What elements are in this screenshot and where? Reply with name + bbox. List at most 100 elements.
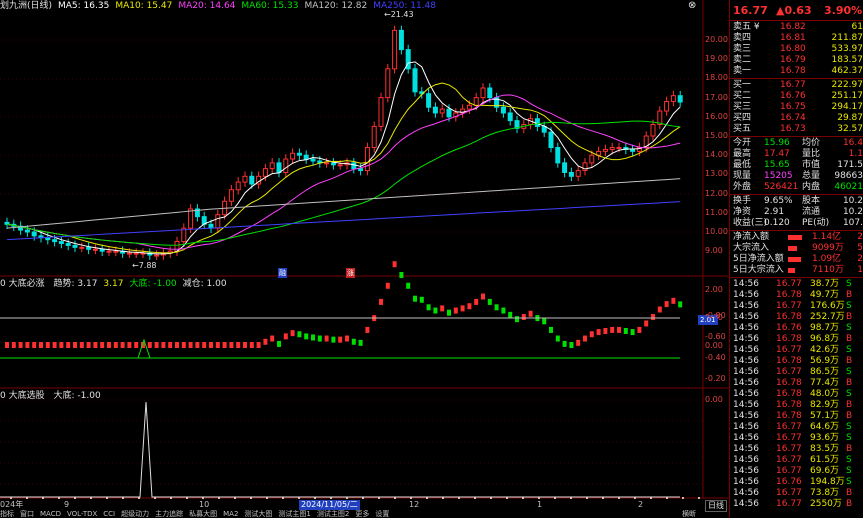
- flow-row: 5日净流入额 1.09亿 2: [730, 254, 863, 265]
- tick-row[interactable]: 14:56 16.78 48.0万 S: [730, 389, 863, 400]
- price-tick: 15.00: [705, 131, 728, 140]
- tick-row[interactable]: 14:56 16.78 57.1万 B: [730, 411, 863, 422]
- candle-body: [337, 164, 343, 167]
- trend-block: [249, 342, 254, 348]
- tick-row[interactable]: 14:56 16.78 82.9万 B: [730, 400, 863, 411]
- buy-level[interactable]: 买四 16.74 29.87: [730, 113, 863, 124]
- indicator-tab[interactable]: 测试大图: [244, 510, 272, 518]
- tick-time: 14:56: [733, 444, 759, 454]
- date-dot: [698, 497, 700, 499]
- tick-row[interactable]: 14:56 16.77 176.6万 S: [730, 301, 863, 312]
- price-tick: 16.00: [705, 111, 728, 121]
- tick-row[interactable]: 14:56 16.78 96.8万 B: [730, 334, 863, 345]
- flow-label: 净流入额: [733, 232, 770, 242]
- period-button[interactable]: 日线: [705, 500, 727, 512]
- tick-row[interactable]: 14:56 16.77 69.6万 S: [730, 466, 863, 477]
- flow-value: 7110万: [812, 265, 844, 275]
- trend-block: [86, 342, 91, 348]
- price-tick: 9.00: [705, 246, 723, 256]
- tick-row[interactable]: 14:56 16.78 77.4万 B: [730, 378, 863, 389]
- chart-area[interactable]: 划九洲(日线) MA5: 16.35 MA10: 15.47 MA20: 14.64…: [0, 0, 728, 518]
- stat-label: 收益(三): [733, 218, 768, 228]
- indicator1-value: 大底: -1.00: [129, 279, 177, 289]
- stat-label: 净资: [733, 207, 752, 217]
- indicator2-value: 大底: -1.00: [53, 391, 101, 401]
- indicator-tab[interactable]: MACD: [40, 510, 61, 518]
- trend-block: [399, 272, 404, 278]
- flow-bar: [788, 257, 802, 262]
- candle-body: [65, 243, 71, 246]
- trend-block: [66, 342, 71, 348]
- flow-row: 5日大宗流入 7110万 1: [730, 265, 863, 276]
- tick-row[interactable]: 14:56 16.77 64.6万 S: [730, 422, 863, 433]
- close-icon[interactable]: ⊗: [688, 1, 696, 11]
- limit-up-marker[interactable]: 涨: [346, 268, 355, 278]
- trend-block: [406, 282, 411, 289]
- trend-block: [127, 342, 132, 348]
- indicator2-tick: 0.00: [705, 395, 723, 404]
- flow-value: 1.14亿: [812, 232, 842, 242]
- tick-row[interactable]: 14:56 16.77 38.7万 S: [730, 279, 863, 290]
- buy-level[interactable]: 买一 16.77 222.97: [730, 80, 863, 91]
- buy-level[interactable]: 买二 16.76 251.17: [730, 91, 863, 102]
- tick-row[interactable]: 14:56 16.76 194.8万 S: [730, 477, 863, 488]
- tick-row[interactable]: 14:56 16.77 86.5万 S: [730, 367, 863, 378]
- stat-label: 内盘: [802, 182, 821, 192]
- tick-row[interactable]: 14:56 16.78 56.9万 B: [730, 356, 863, 367]
- indicator-tab[interactable]: 设置: [375, 510, 389, 518]
- sell-level[interactable]: 卖三 16.80 533.97: [730, 44, 863, 55]
- tick-row[interactable]: 14:56 16.77 93.6万 S: [730, 433, 863, 444]
- sell-level[interactable]: 卖二 16.79 183.57: [730, 55, 863, 66]
- flow-value: 9099万: [812, 243, 844, 253]
- indicator-tab[interactable]: 测试主图1: [278, 510, 310, 518]
- buy-level[interactable]: 买三 16.75 294.17: [730, 102, 863, 113]
- sell-level[interactable]: 卖一 16.78 462.37: [730, 66, 863, 77]
- indicator-tab[interactable]: CCI: [103, 510, 115, 518]
- indicator-tab[interactable]: 测试主图2: [317, 510, 349, 518]
- indicator-tab[interactable]: 指标: [0, 510, 14, 518]
- tick-row[interactable]: 14:56 16.76 98.7万 S: [730, 323, 863, 334]
- margin-marker[interactable]: 融: [278, 268, 287, 278]
- indicator-tab[interactable]: MA2: [223, 510, 238, 518]
- sell-price: 16.79: [780, 55, 806, 65]
- trend-block: [419, 296, 424, 303]
- trend-block: [324, 335, 329, 342]
- indicator-tab[interactable]: VOL-TDX: [67, 510, 97, 518]
- buy-level[interactable]: 买五 16.73 32.57: [730, 124, 863, 135]
- tick-row[interactable]: 14:56 16.77 42.6万 S: [730, 345, 863, 356]
- flow-label: 5日大宗流入: [733, 265, 784, 275]
- tick-time: 14:56: [733, 312, 759, 322]
- stat-row: 最高 17.47 量比 1.1: [730, 149, 863, 160]
- tick-row[interactable]: 14:56 16.78 252.7万 B: [730, 312, 863, 323]
- flow-extra: 1: [857, 265, 863, 275]
- tick-row[interactable]: 14:56 16.77 83.5万 B: [730, 444, 863, 455]
- indicator2-title: 大底选股: [8, 391, 45, 401]
- tick-side: B: [846, 312, 853, 322]
- sell-level[interactable]: 卖五 ¥ 16.82 61: [730, 22, 863, 33]
- tick-row[interactable]: 14:56 16.78 49.7万 B: [730, 290, 863, 301]
- tick-price: 16.78: [776, 411, 802, 421]
- trend-block: [147, 342, 152, 348]
- indicator-tab[interactable]: 主力追踪: [155, 510, 183, 518]
- tick-time: 14:56: [733, 301, 759, 311]
- tick-volume: 83.5万: [810, 444, 840, 454]
- indicator-tab[interactable]: 私募大图: [189, 510, 217, 518]
- trend-block: [542, 318, 547, 325]
- trend-block: [596, 329, 601, 336]
- tick-side: S: [846, 422, 852, 432]
- indicator-tab[interactable]: 窗口: [20, 510, 34, 518]
- tick-volume: 2550万: [810, 499, 842, 509]
- tick-row[interactable]: 14:56 16.77 73.8万 B: [730, 488, 863, 499]
- sell-volume: 61: [851, 22, 863, 32]
- tick-row[interactable]: 14:56 16.77 2550万 B: [730, 499, 863, 510]
- candle-body: [296, 152, 302, 156]
- tick-row[interactable]: 14:56 16.77 61.5万 S: [730, 455, 863, 466]
- sell-level[interactable]: 卖四 16.81 211.87: [730, 33, 863, 44]
- zoom-label[interactable]: 横断: [682, 510, 696, 518]
- indicator-tab[interactable]: 更多: [355, 510, 369, 518]
- trend-block: [338, 336, 343, 343]
- indicator1-header: 0 大底必涨 趋势: 3.17 3.17 大底: -1.00 减仓: 1.00: [0, 279, 227, 289]
- indicator-tab[interactable]: 超级动力: [121, 510, 149, 518]
- trend-block: [351, 338, 356, 345]
- chart-canvas[interactable]: [0, 0, 728, 518]
